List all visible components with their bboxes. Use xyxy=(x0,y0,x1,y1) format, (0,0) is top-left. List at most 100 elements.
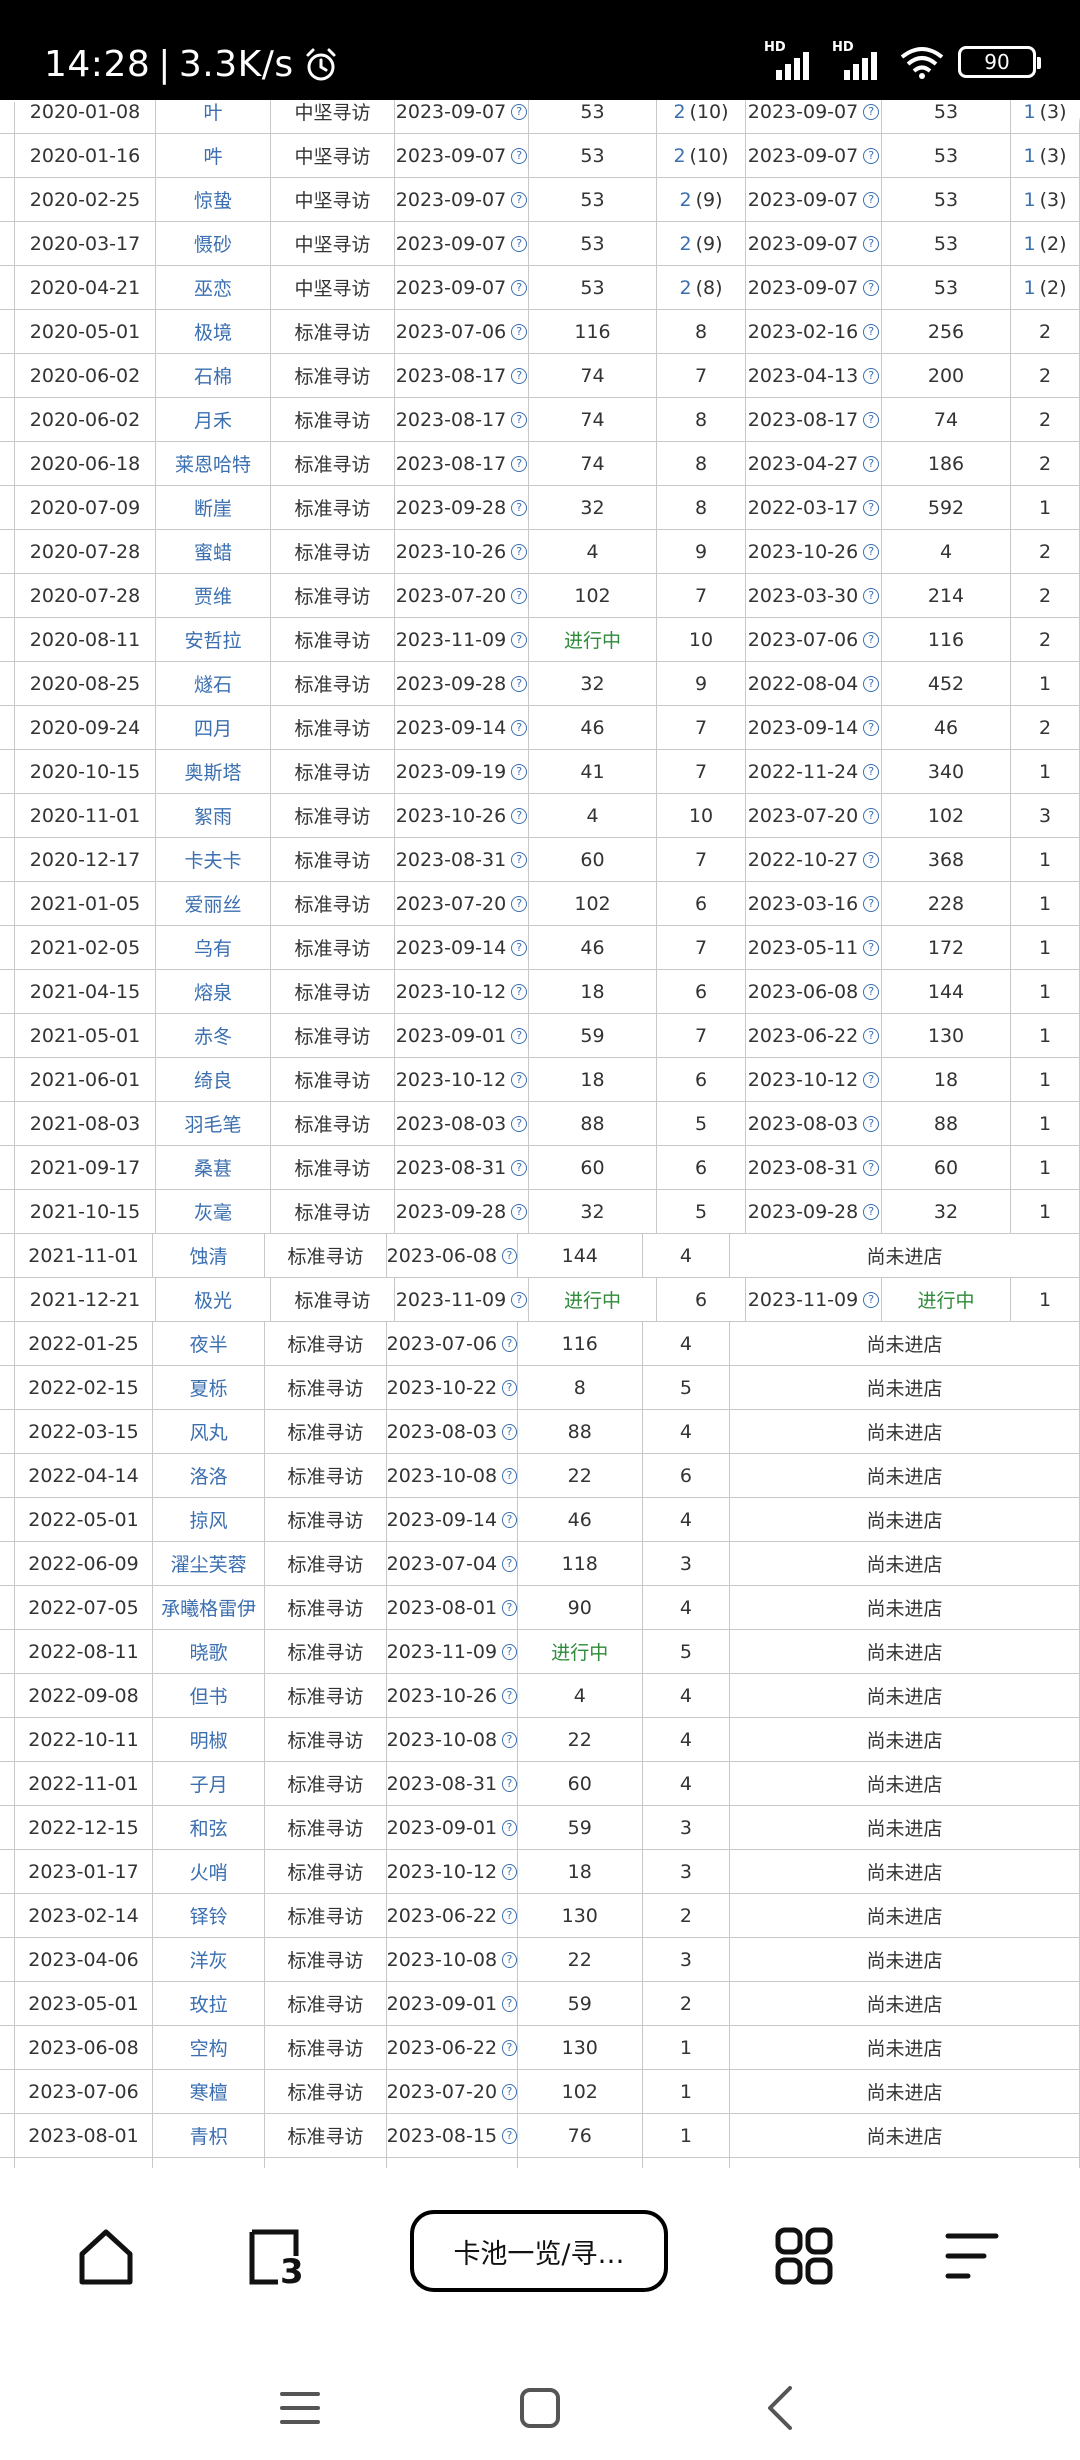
help-icon[interactable]: ? xyxy=(511,499,528,516)
help-icon[interactable]: ? xyxy=(511,191,528,208)
operator-link[interactable]: 风丸 xyxy=(153,1410,266,1453)
help-icon[interactable]: ? xyxy=(511,895,528,912)
help-icon[interactable]: ? xyxy=(511,1071,528,1088)
help-icon[interactable]: ? xyxy=(511,807,528,824)
operator-link[interactable]: 但书 xyxy=(153,1674,266,1717)
operator-link[interactable]: 乌有 xyxy=(156,926,271,969)
help-icon[interactable]: ? xyxy=(863,1203,880,1220)
help-icon[interactable]: ? xyxy=(863,279,880,296)
pool-table[interactable]: 2020-01-08 叶中坚寻访 2023-09-07? 53 2 (10) 2023-09… xyxy=(0,100,1080,2168)
help-icon[interactable]: ? xyxy=(863,719,880,736)
recents-button[interactable] xyxy=(270,2378,330,2438)
operator-link[interactable]: 洋灰 xyxy=(153,1938,266,1981)
help-icon[interactable]: ? xyxy=(511,1203,528,1220)
help-icon[interactable]: ? xyxy=(502,1555,517,1572)
operator-link[interactable]: 巫恋 xyxy=(156,266,271,309)
operator-link[interactable]: 四月 xyxy=(156,706,271,749)
apps-button[interactable] xyxy=(768,2220,840,2292)
help-icon[interactable]: ? xyxy=(502,1907,517,1924)
operator-link[interactable]: 寒檀 xyxy=(153,2070,266,2113)
back-button[interactable] xyxy=(752,2378,812,2438)
help-icon[interactable]: ? xyxy=(863,1159,880,1176)
count-text[interactable]: 1 xyxy=(1023,101,1035,123)
help-icon[interactable]: ? xyxy=(863,543,880,560)
help-icon[interactable]: ? xyxy=(511,631,528,648)
operator-link[interactable]: 火哨 xyxy=(153,1850,266,1893)
count-text[interactable]: 2 xyxy=(673,101,685,123)
operator-link[interactable]: 极境 xyxy=(156,310,271,353)
help-icon[interactable]: ? xyxy=(863,895,880,912)
help-icon[interactable]: ? xyxy=(511,279,528,296)
help-icon[interactable]: ? xyxy=(511,543,528,560)
help-icon[interactable]: ? xyxy=(863,1291,880,1308)
help-icon[interactable]: ? xyxy=(863,807,880,824)
help-icon[interactable]: ? xyxy=(502,1863,517,1880)
operator-link[interactable]: 夜半 xyxy=(153,1322,266,1365)
help-icon[interactable]: ? xyxy=(511,851,528,868)
operator-link[interactable]: 青枳 xyxy=(153,2114,266,2157)
system-home-button[interactable] xyxy=(510,2378,570,2438)
help-icon[interactable]: ? xyxy=(502,1467,517,1484)
operator-link[interactable]: 赤冬 xyxy=(156,1014,271,1057)
help-icon[interactable]: ? xyxy=(863,983,880,1000)
operator-link[interactable]: 空构 xyxy=(153,2026,266,2069)
operator-link[interactable]: 熔泉 xyxy=(156,970,271,1013)
help-icon[interactable]: ? xyxy=(502,1731,517,1748)
operator-link[interactable]: 掠风 xyxy=(153,1498,266,1541)
operator-link[interactable]: 吽 xyxy=(156,134,271,177)
help-icon[interactable]: ? xyxy=(502,1247,517,1264)
help-icon[interactable]: ? xyxy=(863,1027,880,1044)
count-text[interactable]: 1 xyxy=(1023,277,1035,299)
help-icon[interactable]: ? xyxy=(863,631,880,648)
operator-link[interactable]: 莱恩哈特 xyxy=(156,442,271,485)
help-icon[interactable]: ? xyxy=(863,499,880,516)
operator-link[interactable]: 绮良 xyxy=(156,1058,271,1101)
help-icon[interactable]: ? xyxy=(502,1379,517,1396)
operator-link[interactable]: 断崖 xyxy=(156,486,271,529)
help-icon[interactable]: ? xyxy=(863,367,880,384)
help-icon[interactable]: ? xyxy=(502,1951,517,1968)
help-icon[interactable]: ? xyxy=(511,1291,528,1308)
help-icon[interactable]: ? xyxy=(863,587,880,604)
help-icon[interactable]: ? xyxy=(863,455,880,472)
help-icon[interactable]: ? xyxy=(511,147,528,164)
help-icon[interactable]: ? xyxy=(511,1115,528,1132)
menu-button[interactable] xyxy=(936,2220,1008,2292)
help-icon[interactable]: ? xyxy=(511,983,528,1000)
current-tab-pill[interactable]: 卡池一览/寻… xyxy=(410,2210,668,2292)
help-icon[interactable]: ? xyxy=(502,1819,517,1836)
help-icon[interactable]: ? xyxy=(511,587,528,604)
help-icon[interactable]: ? xyxy=(511,455,528,472)
help-icon[interactable]: ? xyxy=(502,1335,517,1352)
operator-link[interactable]: 叶 xyxy=(156,100,271,133)
operator-link[interactable]: 爱丽丝 xyxy=(156,882,271,925)
help-icon[interactable]: ? xyxy=(863,675,880,692)
count-text[interactable]: 2 xyxy=(673,145,685,167)
help-icon[interactable]: ? xyxy=(863,103,880,120)
help-icon[interactable]: ? xyxy=(511,675,528,692)
operator-link[interactable]: 晓歌 xyxy=(153,1630,266,1673)
operator-link[interactable]: 承曦格雷伊 xyxy=(153,1586,266,1629)
help-icon[interactable]: ? xyxy=(511,1159,528,1176)
count-text[interactable]: 1 xyxy=(1023,189,1035,211)
operator-link[interactable]: 羽毛笔 xyxy=(156,1102,271,1145)
help-icon[interactable]: ? xyxy=(502,2127,517,2144)
operator-link[interactable]: 卡夫卡 xyxy=(156,838,271,881)
operator-link[interactable]: 安哲拉 xyxy=(156,618,271,661)
operator-link[interactable]: 灰毫 xyxy=(156,1190,271,1233)
count-text[interactable]: 2 xyxy=(679,233,691,255)
operator-link[interactable]: 慑砂 xyxy=(156,222,271,265)
help-icon[interactable]: ? xyxy=(863,1071,880,1088)
help-icon[interactable]: ? xyxy=(511,323,528,340)
operator-link[interactable]: 子月 xyxy=(153,1762,266,1805)
help-icon[interactable]: ? xyxy=(863,323,880,340)
operator-link[interactable]: 蜜蜡 xyxy=(156,530,271,573)
help-icon[interactable]: ? xyxy=(511,719,528,736)
help-icon[interactable]: ? xyxy=(863,851,880,868)
help-icon[interactable]: ? xyxy=(863,939,880,956)
operator-link[interactable]: 惊蛰 xyxy=(156,178,271,221)
operator-link[interactable]: 奥斯塔 xyxy=(156,750,271,793)
help-icon[interactable]: ? xyxy=(511,235,528,252)
operator-link[interactable]: 石棉 xyxy=(156,354,271,397)
count-text[interactable]: 2 xyxy=(679,277,691,299)
